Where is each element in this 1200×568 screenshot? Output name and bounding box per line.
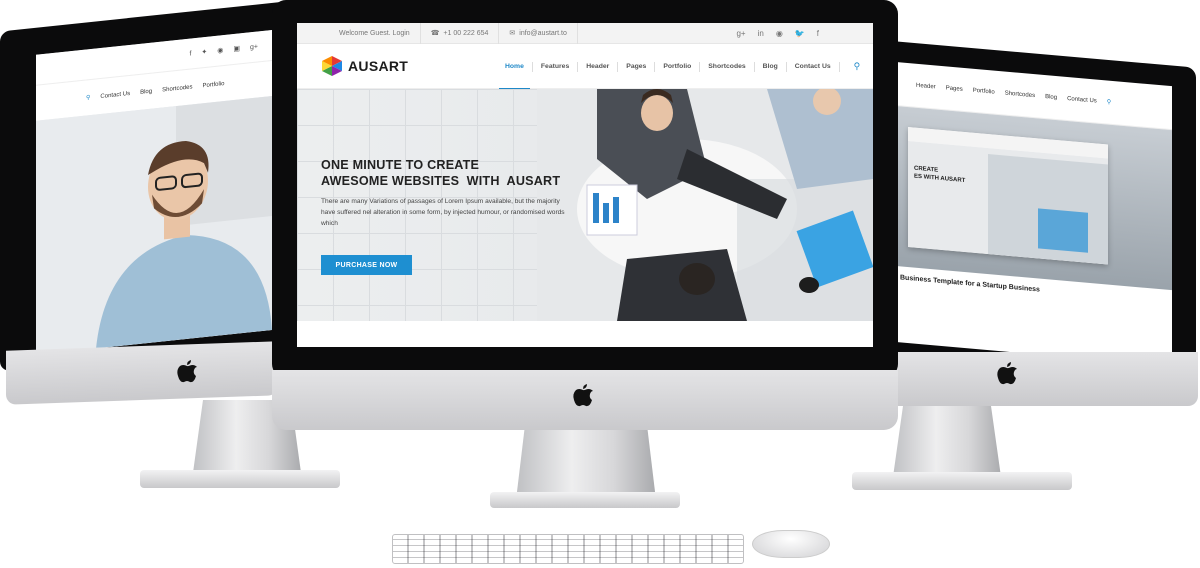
right-screen: Header Pages Portfolio Shortcodes Blog C…	[896, 62, 1172, 367]
facebook-icon[interactable]: f	[817, 29, 819, 38]
twitter-icon[interactable]: 🐦	[795, 29, 805, 38]
apple-logo-icon	[996, 360, 1018, 392]
phone-number: +1 00 222 654	[443, 29, 489, 37]
divider	[498, 23, 500, 44]
menu-features[interactable]: Features	[533, 44, 577, 89]
menu-portfolio[interactable]: Portfolio	[655, 44, 699, 89]
man-with-glasses-illustration	[36, 96, 272, 355]
search-icon[interactable]: ⚲	[86, 94, 90, 101]
nested-site-preview-image: CREATE ES WITH AUSART	[908, 127, 1108, 265]
dribbble-icon: ◉	[217, 47, 224, 55]
nested-site-preview: CREATE ES WITH AUSART	[908, 127, 1108, 265]
left-nav-portfolio[interactable]: Portfolio	[202, 80, 224, 88]
menu-blog[interactable]: Blog	[755, 44, 786, 89]
menu-shortcodes[interactable]: Shortcodes	[700, 44, 753, 89]
right-hero: CREATE ES WITH AUSART	[896, 106, 1172, 291]
main-navbar: AUSART Home Features Header Pages Portfo…	[297, 44, 873, 90]
apple-logo-icon	[176, 358, 198, 390]
purchase-now-button[interactable]: PURCHASE NOW	[321, 255, 412, 275]
mail-icon: ✉	[509, 30, 516, 37]
center-imac-stand	[516, 430, 656, 500]
site-logo[interactable]: AUSART	[321, 55, 408, 77]
menu-header[interactable]: Header	[578, 44, 617, 89]
right-imac-chin	[880, 352, 1198, 406]
logo-wordmark: AUSART	[348, 58, 409, 74]
keyboard	[392, 534, 744, 564]
right-nav-portfolio[interactable]: Portfolio	[973, 87, 995, 95]
googleplus-icon[interactable]: g+	[736, 29, 745, 38]
magic-mouse	[752, 530, 830, 558]
main-menu: Home Features Header Pages Portfolio Sho…	[497, 44, 861, 90]
linkedin-icon: ▣	[233, 45, 241, 54]
divider	[576, 23, 578, 44]
below-hero	[297, 321, 873, 347]
left-nav-shortcodes[interactable]: Shortcodes	[162, 84, 192, 93]
twitter-icon: ✦	[201, 48, 208, 57]
right-nav-blog[interactable]: Blog	[1045, 94, 1057, 101]
divider	[419, 23, 421, 44]
center-imac-foot	[490, 492, 680, 508]
left-hero-photo	[36, 96, 272, 355]
right-nav-header[interactable]: Header	[916, 82, 936, 90]
search-icon[interactable]: ⚲	[1107, 98, 1111, 105]
right-nav-shortcodes[interactable]: Shortcodes	[1005, 90, 1035, 99]
business-meeting-illustration	[537, 89, 873, 321]
hero-body-text: There are many Variations of passages of…	[321, 198, 565, 227]
left-nav-contact[interactable]: Contact Us	[100, 90, 130, 99]
hero-headline: ONE MINUTE TO CREATE AWESOME WEBSITES WI…	[321, 157, 560, 189]
search-icon[interactable]: ⚲	[840, 61, 861, 72]
email-link[interactable]: info@austart.to	[519, 30, 567, 37]
hero-photo-business-meeting	[537, 89, 873, 321]
hero-headline-line-2: AWESOME WEBSITES WITH AUSART	[321, 174, 561, 188]
dribbble-icon[interactable]: ◉	[776, 29, 783, 38]
logo-mark-icon	[321, 55, 343, 77]
imac-mockup-scene: f ✦ ◉ ▣ g+ ⚲ Contact Us Blog Shortcodes …	[0, 0, 1200, 568]
phone-icon: ☎	[430, 30, 440, 37]
apple-logo-icon	[572, 382, 594, 415]
left-imac-foot	[140, 470, 340, 488]
left-imac-chin	[6, 341, 278, 405]
topbar: Welcome Guest. Login ☎ +1 00 222 654 ✉ i…	[297, 23, 873, 44]
hero-headline-line-1: ONE MINUTE TO CREATE	[321, 158, 480, 172]
googleplus-icon: g+	[250, 42, 258, 51]
menu-contact-us[interactable]: Contact Us	[787, 44, 839, 89]
right-nav-pages[interactable]: Pages	[946, 85, 963, 92]
menu-pages[interactable]: Pages	[618, 44, 654, 89]
right-nav-contact[interactable]: Contact Us	[1067, 95, 1097, 104]
hero-section: ONE MINUTE TO CREATE AWESOME WEBSITES WI…	[297, 89, 873, 321]
linkedin-icon[interactable]: in	[758, 29, 764, 38]
right-imac-foot	[852, 472, 1072, 490]
left-screen: f ✦ ◉ ▣ g+ ⚲ Contact Us Blog Shortcodes …	[36, 30, 272, 355]
center-screen: Welcome Guest. Login ☎ +1 00 222 654 ✉ i…	[297, 23, 873, 347]
social-links: g+ in ◉ 🐦 f	[736, 29, 873, 38]
left-nav-blog[interactable]: Blog	[140, 88, 152, 95]
menu-home[interactable]: Home	[497, 44, 532, 90]
facebook-icon: f	[189, 49, 192, 58]
welcome-login-link[interactable]: Welcome Guest. Login	[339, 30, 410, 37]
